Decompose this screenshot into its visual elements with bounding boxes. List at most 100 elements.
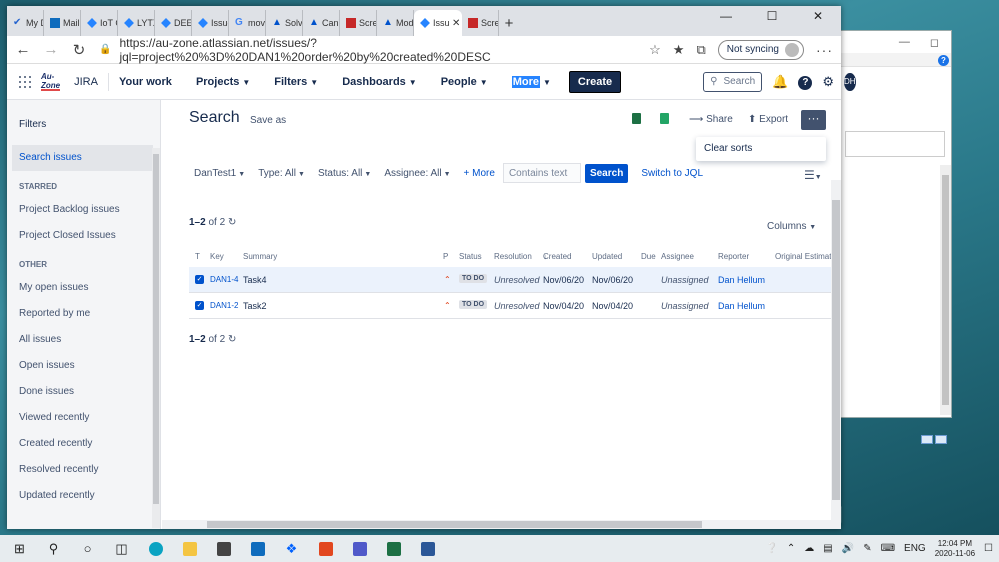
browser-tab[interactable]: ✔My Day [7, 10, 44, 36]
refresh-icon[interactable]: ↻ [71, 41, 87, 59]
switch-to-jql-link[interactable]: Switch to JQL [641, 168, 703, 179]
search-icon[interactable]: ⚲ [40, 535, 67, 562]
clock[interactable]: 12:04 PM 2020-11-06 [935, 539, 975, 559]
project-filter[interactable]: DanTest1 ▼ [194, 168, 245, 179]
col-assignee[interactable]: Assignee [661, 252, 694, 261]
col-p[interactable]: P [443, 252, 448, 261]
table-row[interactable]: ✓ DAN1-2 Task2 ⌃ TO DO Unresolved Nov/04… [189, 293, 836, 319]
forward-icon[interactable]: → [43, 41, 59, 58]
status-filter[interactable]: Status: All ▼ [318, 168, 371, 179]
assignee-filter[interactable]: Assignee: All ▼ [384, 168, 450, 179]
columns-button[interactable]: Columns ▼ [767, 221, 816, 232]
browser-tab[interactable]: IoT Cam [81, 10, 118, 36]
reporter-link[interactable]: Dan Hellum [718, 301, 765, 311]
issue-key[interactable]: DAN1-4 [210, 275, 238, 284]
excel-icon[interactable] [380, 535, 407, 562]
sidebar-item-done-issues[interactable]: Done issues [7, 379, 160, 405]
browser-tab[interactable]: ▲Modifyi [377, 10, 414, 36]
view-icon[interactable] [935, 435, 947, 444]
office-icon[interactable] [312, 535, 339, 562]
minimize-icon[interactable]: — [899, 36, 910, 48]
refresh-icon[interactable]: ↻ [228, 334, 236, 345]
nav-projects[interactable]: Projects ▼ [196, 76, 250, 88]
nav-dashboards[interactable]: Dashboards ▼ [342, 76, 417, 88]
keyboard-icon[interactable]: ⌨ [881, 543, 895, 554]
help-icon[interactable]: ❔ [765, 543, 777, 554]
url-field[interactable]: 🔒 https://au-zone.atlassian.net/issues/?… [99, 36, 661, 64]
cloud-icon[interactable]: ☁ [804, 543, 814, 554]
nav-your-work[interactable]: Your work [119, 76, 172, 88]
table-row[interactable]: ✓ DAN1-4 Task4 ⌃ TO DO Unresolved Nov/06… [189, 267, 836, 293]
view-options-icon[interactable]: ☰▼ [804, 168, 822, 182]
view-icon[interactable] [921, 435, 933, 444]
notifications-icon[interactable]: 🔔 [772, 74, 788, 90]
browser-tab[interactable]: DEEPLE [155, 10, 192, 36]
sidebar-item-reported-by-me[interactable]: Reported by me [7, 301, 160, 327]
more-actions-button[interactable]: ··· [801, 110, 826, 130]
store-icon[interactable] [210, 535, 237, 562]
windows-start-icon[interactable]: ⊞ [6, 535, 33, 562]
help-icon[interactable]: ? [938, 55, 949, 66]
nav-people[interactable]: People ▼ [441, 76, 488, 88]
volume-icon[interactable]: 🔊 [842, 543, 854, 554]
network-icon[interactable]: ▤ [823, 543, 832, 554]
reporter-link[interactable]: Dan Hellum [718, 275, 765, 285]
issue-key[interactable]: DAN1-2 [210, 301, 238, 310]
refresh-icon[interactable]: ↻ [228, 217, 236, 228]
browser-tab[interactable]: Mail - D [44, 10, 81, 36]
browser-tab[interactable]: Gmoving [229, 10, 266, 36]
export-button[interactable]: ⬆ Export [748, 114, 788, 125]
sidebar-item-viewed-recently[interactable]: Viewed recently [7, 405, 160, 431]
sidebar-item-resolved-recently[interactable]: Resolved recently [7, 457, 160, 483]
maximize-icon[interactable]: ◻ [930, 36, 939, 49]
help-icon[interactable]: ? [798, 73, 813, 90]
col-reporter[interactable]: Reporter [718, 252, 749, 261]
user-avatar[interactable]: DH [844, 72, 856, 91]
notifications-icon[interactable]: ☐ [984, 543, 993, 554]
task-view-icon[interactable]: ◫ [108, 535, 135, 562]
col-t[interactable]: T [195, 252, 200, 261]
browser-tab[interactable]: Screensh [340, 10, 377, 36]
search-button[interactable]: Search [584, 163, 629, 183]
mail-icon[interactable] [244, 535, 271, 562]
sidebar-item-search-issues[interactable]: Search issues [12, 145, 153, 171]
sidebar-item-created-recently[interactable]: Created recently [7, 431, 160, 457]
col-key[interactable]: Key [210, 252, 224, 261]
settings-menu-icon[interactable]: ··· [816, 42, 833, 58]
excel-export-icon[interactable] [632, 113, 641, 124]
sidebar-item-my-open-issues[interactable]: My open issues [7, 275, 160, 301]
close-window-icon[interactable]: ✕ [795, 6, 841, 26]
col-updated[interactable]: Updated [592, 252, 622, 261]
share-button[interactable]: ⟶ Share [689, 114, 733, 125]
maximize-icon[interactable]: ☐ [749, 6, 795, 26]
col-status[interactable]: Status [459, 252, 482, 261]
sheets-export-icon[interactable] [660, 113, 669, 124]
minimize-icon[interactable]: — [703, 6, 749, 26]
favorites-icon[interactable]: ★ [673, 42, 685, 58]
back-icon[interactable]: ← [15, 41, 31, 58]
nav-more[interactable]: More ▼ [511, 75, 551, 88]
browser-tab-active[interactable]: Issu ✕ [414, 10, 462, 36]
save-as-link[interactable]: Save as [250, 115, 286, 126]
sidebar-item-all-issues[interactable]: All issues [7, 327, 160, 353]
browser-tab[interactable]: ▲Solved: [266, 10, 303, 36]
col-due[interactable]: Due [641, 252, 656, 261]
profile-sync-button[interactable]: Not syncing [717, 39, 804, 60]
product-name[interactable]: JIRA [74, 72, 109, 91]
sidebar-item-updated-recently[interactable]: Updated recently [7, 483, 160, 509]
col-original-estimate[interactable]: Original Estimat [775, 252, 831, 261]
language-indicator[interactable]: ENG [904, 543, 926, 554]
clear-sorts-item[interactable]: Clear sorts [704, 143, 752, 154]
issue-summary[interactable]: Task2 [243, 301, 267, 311]
contains-text-input[interactable]: Contains text [502, 163, 581, 183]
favorite-star-icon[interactable]: ☆ [649, 42, 661, 58]
browser-tab[interactable]: Screensh [462, 10, 499, 36]
sidebar-item-project-backlog[interactable]: Project Backlog issues [7, 197, 160, 223]
browser-tab[interactable]: ▲Can't fir [303, 10, 340, 36]
file-explorer-icon[interactable] [176, 535, 203, 562]
sidebar-item-project-closed[interactable]: Project Closed Issues [7, 223, 160, 249]
close-tab-icon[interactable]: ✕ [452, 18, 460, 29]
settings-gear-icon[interactable]: ⚙ [822, 74, 834, 90]
word-icon[interactable] [414, 535, 441, 562]
horizontal-scrollbar[interactable] [162, 520, 841, 529]
